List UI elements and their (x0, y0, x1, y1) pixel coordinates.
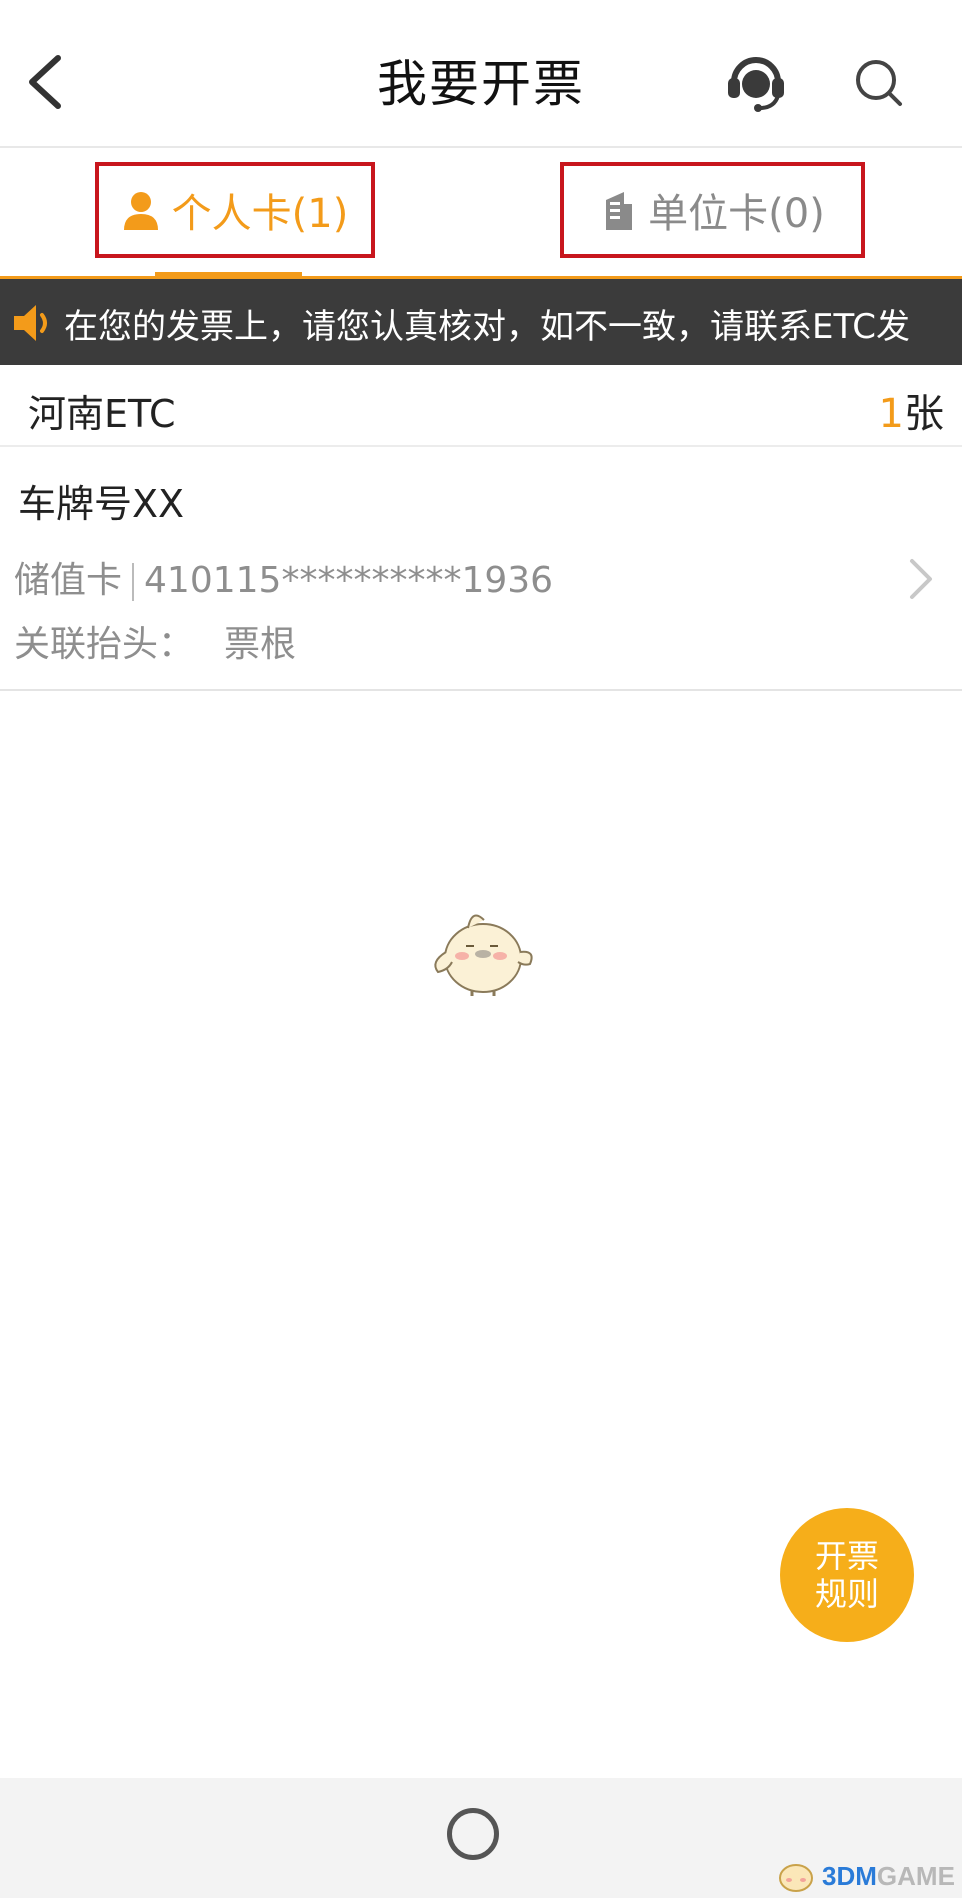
card-list-item[interactable]: 车牌号XX 储值卡 410115**********1936 关联抬头： 票根 (0, 449, 962, 691)
linked-title-value: 票根 (224, 624, 297, 665)
headset-icon (728, 57, 784, 112)
back-button[interactable] (18, 40, 88, 120)
chevron-right-icon (910, 559, 932, 599)
plate-number: 车牌号XX (18, 482, 185, 526)
linked-title-label: 关联抬头： (14, 624, 195, 665)
mascot-illustration (434, 914, 533, 996)
customer-service-button[interactable] (722, 46, 790, 114)
group-name: 河南ETC (28, 392, 176, 436)
tab-company-label: 单位卡(0) (648, 191, 825, 237)
watermark: 3DMGAME (776, 1858, 955, 1894)
group-count-number: 1 (878, 391, 904, 437)
group-count: 1张 (879, 381, 944, 439)
watermark-num: 3DM (822, 1860, 877, 1891)
notice-banner: 在您的发票上，请您认真核对，如不一致，请联系ETC发 (0, 279, 962, 365)
rules-label-line2: 规则 (814, 1575, 879, 1613)
linked-title: 关联抬头： 票根 (14, 615, 296, 667)
card-type: 储值卡 (14, 560, 123, 601)
notice-text: 在您的发票上，请您认真核对，如不一致，请联系ETC发 (64, 307, 910, 347)
page-title: 我要开票 (377, 55, 585, 113)
watermark-rest: GAME (876, 1860, 955, 1891)
chevron-left-icon (29, 55, 61, 109)
rules-label-line1: 开票 (814, 1537, 879, 1575)
card-type-tabs: 个人卡(1) 单位卡(0) (0, 148, 962, 278)
building-icon (600, 190, 636, 230)
tab-company-card[interactable]: 单位卡(0) (560, 162, 865, 258)
home-button[interactable] (447, 1808, 499, 1860)
app-header: 我要开票 (0, 0, 962, 148)
invoice-rules-button[interactable]: 开票 规则 (780, 1508, 914, 1642)
watermark-logo-icon (779, 1864, 813, 1892)
card-info: 储值卡 410115**********1936 (14, 551, 553, 603)
card-group-header: 河南ETC 1张 (0, 365, 962, 447)
card-number: 410115**********1936 (144, 560, 554, 601)
person-icon (122, 190, 160, 230)
search-button[interactable] (846, 50, 912, 116)
tab-personal-label: 个人卡(1) (171, 191, 349, 237)
tab-personal-card[interactable]: 个人卡(1) (95, 162, 375, 258)
search-icon (856, 60, 902, 106)
divider (132, 563, 135, 601)
speaker-icon (14, 305, 47, 341)
group-count-unit: 张 (904, 391, 944, 437)
